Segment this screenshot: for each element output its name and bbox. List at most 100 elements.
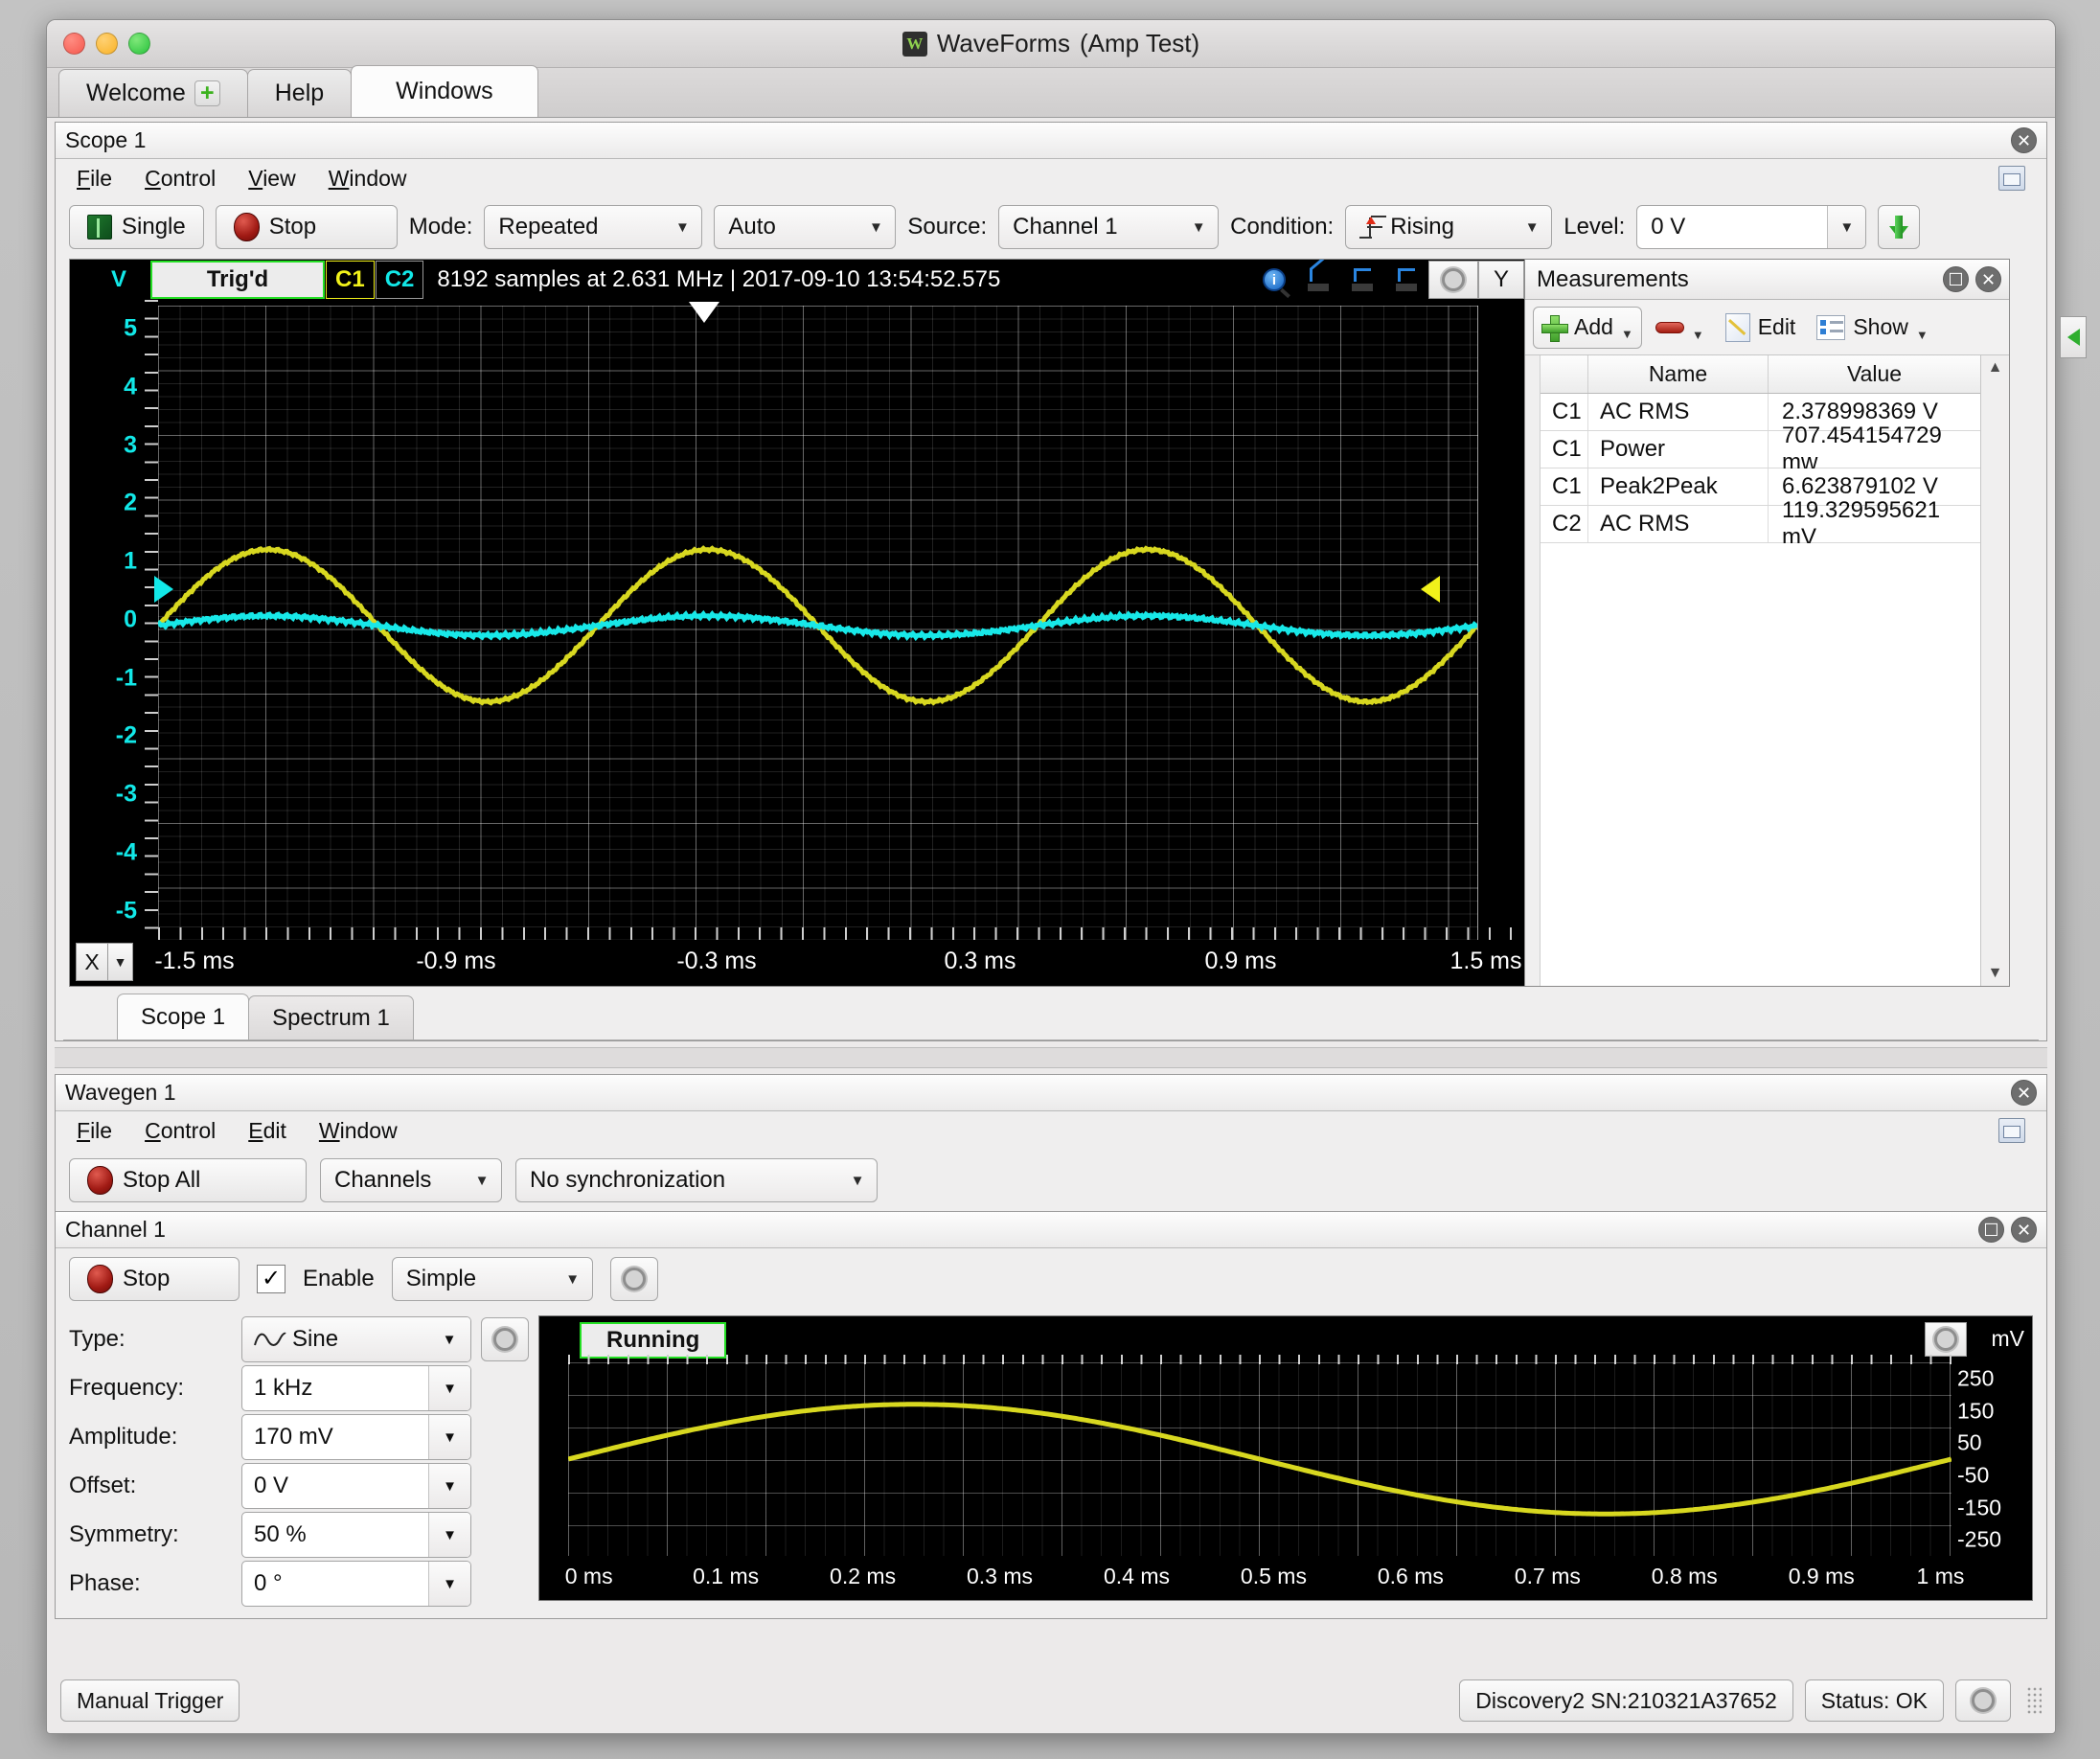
x-axis-controls[interactable]: X ▼ — [76, 943, 133, 981]
channel1-level-marker[interactable] — [1421, 576, 1440, 603]
enable-checkbox[interactable]: ✓ — [257, 1265, 285, 1293]
scroll-down-icon[interactable]: ▼ — [1988, 965, 2003, 982]
measurements-close-icon[interactable]: ✕ — [1975, 266, 2001, 292]
panel-splitter[interactable] — [55, 1047, 2047, 1068]
restore-window-icon[interactable] — [1998, 166, 2025, 191]
wavegen-menu-window[interactable]: Window — [319, 1118, 398, 1144]
channel1-mode-select[interactable]: Simple ▼ — [392, 1257, 593, 1301]
source-select[interactable]: Channel 1 ▼ — [998, 205, 1219, 249]
menu-window[interactable]: Window — [329, 166, 407, 192]
phase-input[interactable]: 0 ° ▼ — [241, 1561, 471, 1607]
amplitude-input[interactable]: 170 mV ▼ — [241, 1414, 471, 1460]
channels-select[interactable]: Channels ▼ — [320, 1158, 502, 1202]
type-select[interactable]: Sine ▼ — [241, 1316, 471, 1362]
scroll-up-icon[interactable]: ▲ — [1988, 359, 2003, 377]
device-info[interactable]: Discovery2 SN:210321A37652 — [1459, 1679, 1793, 1722]
scope-close-icon[interactable]: ✕ — [2011, 127, 2037, 153]
x-axis-dropdown-icon[interactable]: ▼ — [108, 943, 133, 981]
chevron-down-icon[interactable]: ▼ — [428, 1366, 470, 1410]
status-settings-button[interactable] — [1955, 1679, 2011, 1722]
edit-measurement-button[interactable]: Edit — [1718, 307, 1804, 349]
status-indicator[interactable]: Status: OK — [1805, 1679, 1944, 1722]
scope-settings-button[interactable] — [1428, 261, 1478, 299]
stop-button[interactable]: Stop — [216, 205, 398, 249]
cursor-flag-right-icon[interactable] — [1384, 262, 1428, 298]
channel1-stop-button[interactable]: Stop — [69, 1257, 240, 1301]
plus-icon[interactable]: + — [194, 80, 220, 106]
tab-scope-1[interactable]: Scope 1 — [117, 994, 249, 1039]
channel1-badge[interactable]: C1 — [326, 261, 375, 299]
column-name: Name — [1588, 355, 1769, 393]
panel-collapse-tab[interactable] — [2060, 316, 2087, 358]
mode-label: Mode: — [409, 214, 473, 240]
channel1-stop-label: Stop — [123, 1266, 170, 1292]
wavegen-menu-edit[interactable]: Edit — [248, 1118, 286, 1144]
condition-select[interactable]: Rising ▼ — [1345, 205, 1552, 249]
sync-select[interactable]: No synchronization ▼ — [515, 1158, 878, 1202]
tab-windows[interactable]: Windows — [351, 65, 537, 117]
menu-view[interactable]: View — [248, 166, 295, 192]
arrow-down-icon — [1889, 226, 1908, 239]
channel1-caption-label: Channel 1 — [65, 1217, 166, 1243]
wavegen-menu-control[interactable]: Control — [145, 1118, 216, 1144]
chevron-down-icon[interactable]: ▼ — [428, 1415, 470, 1459]
channel1-undock-icon[interactable]: ☐ — [1978, 1217, 2004, 1243]
wg-x-tick: 0.3 ms — [967, 1564, 1033, 1589]
wg-y-tick: 250 — [1957, 1365, 1994, 1391]
measurements-undock-icon[interactable]: ☐ — [1943, 266, 1969, 292]
scope-display[interactable]: V Trig'd C1 C2 8192 samples at 2.631 MHz… — [69, 259, 1525, 987]
wavegen-preview-plot[interactable]: Running mV 250 150 50 -50 -150 — [538, 1315, 2033, 1601]
chevron-down-icon: ▼ — [428, 1317, 470, 1361]
chevron-down-icon[interactable]: ▼ — [428, 1562, 470, 1606]
menu-file[interactable]: FFileile — [77, 166, 112, 192]
stop-all-button[interactable]: Stop All — [69, 1158, 307, 1202]
symmetry-input[interactable]: 50 % ▼ — [241, 1512, 471, 1558]
tab-spectrum-1[interactable]: Spectrum 1 — [248, 995, 414, 1039]
tab-help[interactable]: Help — [247, 69, 352, 117]
channel2-badge[interactable]: C2 — [376, 261, 424, 299]
resize-grip[interactable] — [2026, 1686, 2042, 1715]
cursor-flag-left-icon[interactable] — [1340, 262, 1384, 298]
channel2-level-marker[interactable] — [154, 576, 173, 603]
chevron-down-icon[interactable]: ▼ — [1916, 328, 1929, 342]
level-input[interactable]: 0 V ▼ — [1636, 205, 1866, 249]
remove-measurement-button[interactable]: ▼ — [1648, 307, 1712, 349]
chevron-down-icon[interactable]: ▼ — [1827, 206, 1865, 248]
cursor-pointer-icon[interactable] — [1296, 262, 1340, 298]
restore-window-icon[interactable] — [1998, 1118, 2025, 1143]
auto-select[interactable]: Auto ▼ — [714, 205, 896, 249]
level-apply-button[interactable] — [1878, 205, 1920, 249]
app-tab-bar: Welcome + Help Windows — [47, 68, 2055, 118]
scope-menubar: FFileile Control View Window — [56, 159, 2046, 197]
tab-welcome[interactable]: Welcome + — [58, 69, 248, 117]
chevron-down-icon[interactable]: ▼ — [428, 1513, 470, 1557]
chevron-down-icon[interactable]: ▼ — [428, 1464, 470, 1508]
offset-input[interactable]: 0 V ▼ — [241, 1463, 471, 1509]
wavegen-plot-settings-button[interactable] — [1925, 1322, 1967, 1357]
single-button[interactable]: Single — [69, 205, 204, 249]
x-axis-button[interactable]: X — [76, 943, 108, 981]
zoom-info-icon[interactable]: i — [1252, 262, 1296, 298]
measurements-scrollbar[interactable]: ▲ ▼ — [1980, 355, 2009, 986]
type-settings-button[interactable] — [481, 1317, 529, 1361]
channel1-settings-button[interactable] — [610, 1257, 658, 1301]
wavegen-close-icon[interactable]: ✕ — [2011, 1080, 2037, 1106]
table-row[interactable]: C2 AC RMS 119.329595621 mV — [1541, 506, 1980, 543]
add-measurement-button[interactable]: Add ▼ — [1533, 307, 1642, 349]
trigger-position-marker[interactable] — [689, 302, 719, 323]
row-channel: C1 — [1541, 394, 1588, 430]
chevron-down-icon[interactable]: ▼ — [1621, 327, 1633, 341]
frequency-input[interactable]: 1 kHz ▼ — [241, 1365, 471, 1411]
edit-icon — [1725, 313, 1750, 342]
minus-icon — [1655, 322, 1684, 333]
chevron-down-icon[interactable]: ▼ — [1692, 328, 1704, 342]
channel1-close-icon[interactable]: ✕ — [2011, 1217, 2037, 1243]
menu-control[interactable]: Control — [145, 166, 216, 192]
y-axis-button[interactable]: Y — [1478, 261, 1524, 299]
table-row[interactable]: C1 Power 707.454154729 mw — [1541, 431, 1980, 468]
mode-select[interactable]: Repeated ▼ — [484, 205, 702, 249]
manual-trigger-button[interactable]: Manual Trigger — [60, 1679, 240, 1722]
show-measurement-button[interactable]: Show ▼ — [1809, 307, 1935, 349]
wavegen-menu-file[interactable]: File — [77, 1118, 112, 1144]
scope-plot-area[interactable] — [158, 306, 1478, 940]
